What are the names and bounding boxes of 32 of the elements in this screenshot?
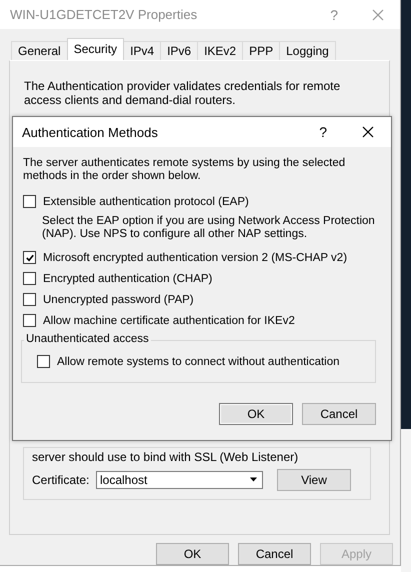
tab[interactable]: Logging: [279, 40, 336, 60]
checkbox[interactable]: [23, 314, 36, 327]
checkbox-label: Unencrypted password (PAP): [43, 294, 194, 306]
checkbox-label: Encrypted authentication (CHAP): [43, 272, 212, 284]
tab[interactable]: Security: [66, 38, 124, 60]
checkbox[interactable]: [23, 251, 36, 264]
checkbox-label: Extensible authentication protocol (EAP): [43, 196, 249, 208]
dialog-button[interactable]: Cancel: [238, 543, 311, 565]
group-text: server should use to bind with SSL (Web Listener): [32, 450, 300, 464]
dialog-button[interactable]: OK: [219, 403, 293, 425]
dialog-title: Authentication Methods: [22, 124, 159, 140]
group-title: Unauthenticated access: [24, 333, 151, 345]
checkbox[interactable]: [37, 355, 50, 368]
certificate-label: Certificate:: [32, 472, 88, 487]
caret-icon: [249, 477, 258, 482]
tab[interactable]: General: [11, 40, 68, 60]
description-text: The server authenticates remote systems by using the selected methods in the order shown below.: [23, 157, 346, 183]
dialog-button[interactable]: OK: [156, 543, 229, 565]
window-title: WIN-U1GDETCET2V Properties: [10, 7, 198, 22]
checkbox-label: Microsoft encrypted authentication version 2 (MS-CHAP v2): [43, 252, 348, 264]
help-button[interactable]: ?: [319, 124, 327, 140]
checkbox[interactable]: [23, 272, 36, 285]
checkbox[interactable]: [23, 293, 36, 306]
checkbox-label: Allow machine certificate authentication for IKEv2: [43, 314, 295, 326]
checkbox-label: Allow remote systems to connect without authentication: [57, 356, 340, 368]
view-button[interactable]: View: [277, 468, 351, 491]
note-text: Select the EAP option if you are using Network Access Protection (NAP). Use NPS to configure all other NAP settings.: [42, 215, 376, 241]
certificate-dropdown[interactable]: localhost: [96, 470, 263, 489]
dialog-button[interactable]: Cancel: [302, 403, 376, 425]
description-text: The Authentication provider validates credentials for remote access clients and demand-dial routers.: [24, 78, 342, 107]
close-icon[interactable]: [362, 126, 374, 138]
checkbox[interactable]: [23, 195, 36, 208]
